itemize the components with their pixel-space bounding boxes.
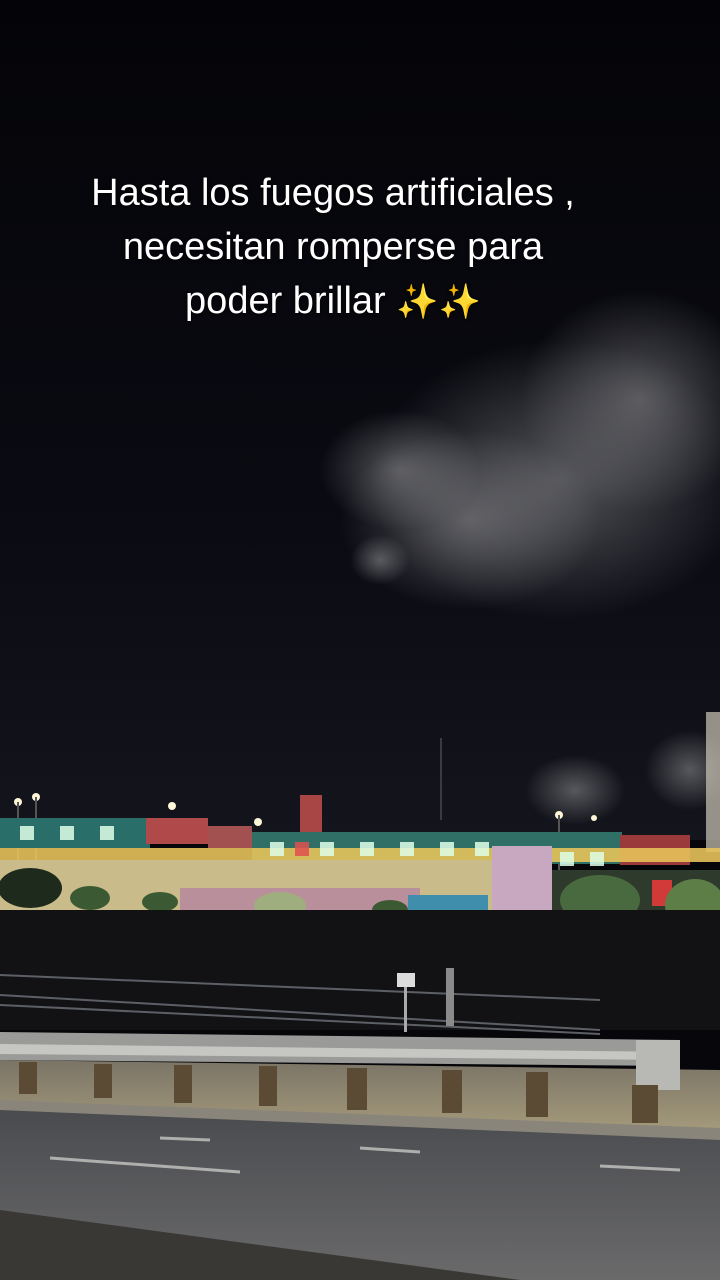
embankment (0, 910, 720, 1030)
caption-line-3: poder brillar ✨✨ (20, 274, 646, 329)
caption-line-2: necesitan romperse para (122, 226, 544, 268)
sparkles-icon: ✨✨ (396, 283, 481, 321)
caption-line-3-text: poder brillar (185, 280, 386, 322)
caption-text: Hasta los fuegos artificiales , necesita… (20, 166, 646, 329)
caption-line-1: Hasta los fuegos artificiales , (91, 172, 575, 214)
